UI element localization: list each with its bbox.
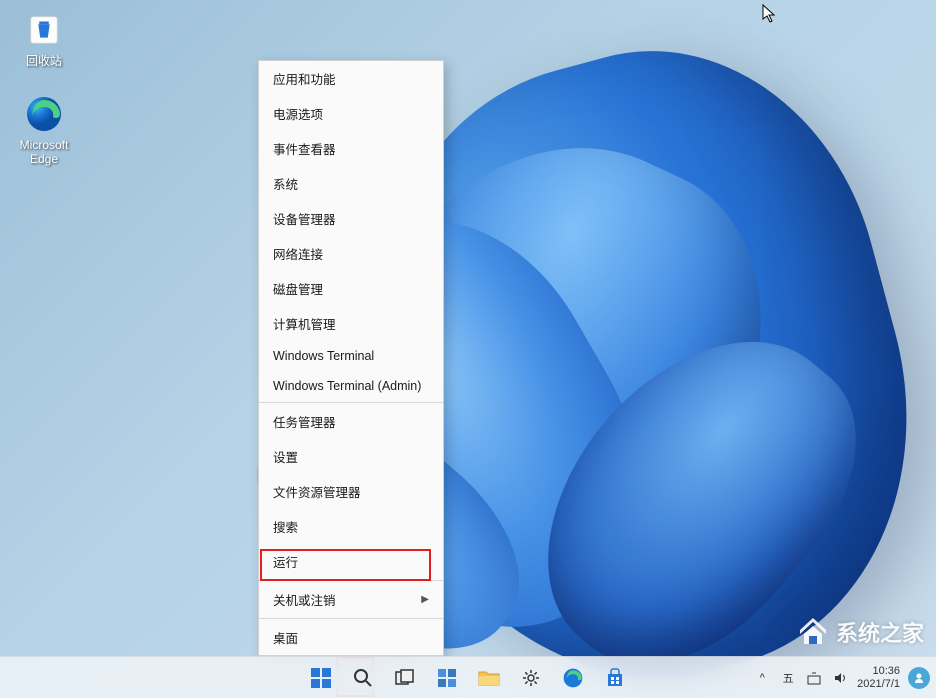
tray-overflow-button[interactable]: ^ (753, 669, 771, 687)
task-view-icon (395, 669, 415, 687)
recycle-bin-shortcut[interactable]: 回收站 (12, 10, 76, 68)
recycle-bin-icon (24, 10, 64, 50)
edge-icon (562, 667, 584, 689)
taskbar-center-group (301, 660, 635, 696)
recycle-bin-label: 回收站 (26, 54, 62, 68)
menu-desktop[interactable]: 桌面 (259, 620, 443, 655)
chevron-up-icon: ^ (760, 672, 765, 684)
menu-separator (259, 618, 443, 619)
store-button[interactable] (595, 660, 635, 696)
menu-settings[interactable]: 设置 (259, 439, 443, 474)
system-tray: ^ 五 10:36 2021/7/1 (753, 665, 930, 691)
menu-computer-management[interactable]: 计算机管理 (259, 306, 443, 341)
watermark-logo: 系统之家 (796, 616, 924, 648)
edge-label: Microsoft Edge (20, 138, 69, 166)
folder-icon (478, 669, 500, 687)
edge-shortcut[interactable]: Microsoft Edge (12, 94, 76, 166)
gear-icon (521, 668, 541, 688)
ime-indicator[interactable]: 五 (779, 669, 797, 687)
settings-button[interactable] (511, 660, 551, 696)
menu-apps-features[interactable]: 应用和功能 (259, 61, 443, 96)
menu-search[interactable]: 搜索 (259, 509, 443, 544)
search-button[interactable] (343, 660, 383, 696)
menu-shutdown-signout[interactable]: 关机或注销 ▶ (259, 582, 443, 617)
search-icon (353, 668, 373, 688)
menu-event-viewer[interactable]: 事件查看器 (259, 131, 443, 166)
menu-system[interactable]: 系统 (259, 166, 443, 201)
menu-windows-terminal-admin[interactable]: Windows Terminal (Admin) (259, 371, 443, 401)
menu-run[interactable]: 运行 (259, 544, 443, 579)
house-icon (796, 618, 830, 646)
network-icon[interactable] (805, 669, 823, 687)
user-badge-icon[interactable] (908, 667, 930, 689)
volume-icon[interactable] (831, 669, 849, 687)
edge-icon (24, 94, 64, 134)
file-explorer-button[interactable] (469, 660, 509, 696)
menu-task-manager[interactable]: 任务管理器 (259, 404, 443, 439)
menu-power-options[interactable]: 电源选项 (259, 96, 443, 131)
menu-separator (259, 402, 443, 403)
widgets-button[interactable] (427, 660, 467, 696)
task-view-button[interactable] (385, 660, 425, 696)
start-button[interactable] (301, 660, 341, 696)
edge-button[interactable] (553, 660, 593, 696)
store-icon (605, 668, 625, 688)
widgets-icon (437, 668, 457, 688)
winx-context-menu: 应用和功能 电源选项 事件查看器 系统 设备管理器 网络连接 磁盘管理 计算机管… (258, 60, 444, 656)
menu-disk-management[interactable]: 磁盘管理 (259, 271, 443, 306)
menu-windows-terminal[interactable]: Windows Terminal (259, 341, 443, 371)
chevron-right-icon: ▶ (421, 594, 429, 605)
menu-network-connections[interactable]: 网络连接 (259, 236, 443, 271)
desktop-wallpaper (0, 0, 936, 698)
menu-separator (259, 580, 443, 581)
windows-icon (310, 667, 332, 689)
menu-device-manager[interactable]: 设备管理器 (259, 201, 443, 236)
clock-button[interactable]: 10:36 2021/7/1 (857, 665, 900, 691)
taskbar: ^ 五 10:36 2021/7/1 (0, 656, 936, 698)
menu-file-explorer[interactable]: 文件资源管理器 (259, 474, 443, 509)
